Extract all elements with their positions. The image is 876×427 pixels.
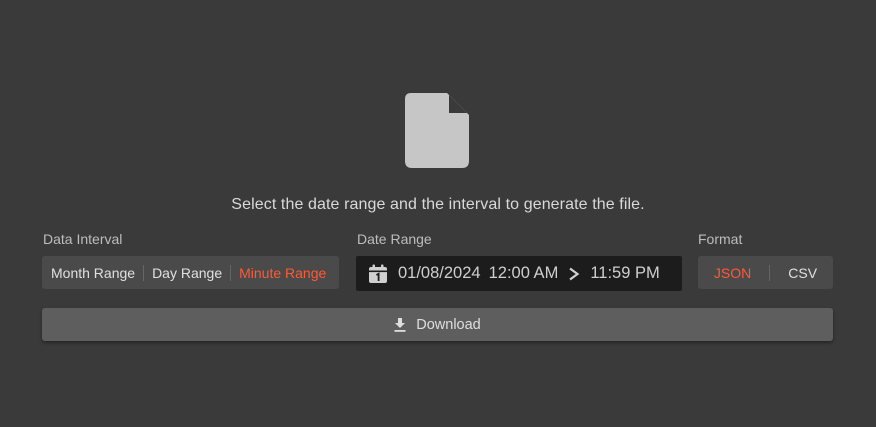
download-icon	[394, 317, 406, 332]
download-label: Download	[416, 316, 481, 333]
minute-range-button[interactable]: Minute Range	[239, 265, 326, 281]
date-range-label: Date Range	[357, 231, 432, 247]
divider	[769, 264, 771, 281]
divider	[143, 264, 145, 281]
data-interval-selector: Month Range Day Range Minute Range	[42, 256, 339, 289]
calendar-icon	[369, 264, 387, 283]
format-label: Format	[698, 231, 743, 247]
month-range-button[interactable]: Month Range	[51, 265, 135, 281]
csv-format-button[interactable]: CSV	[776, 265, 823, 281]
format-selector: JSON CSV	[698, 256, 833, 289]
day-range-button[interactable]: Day Range	[152, 265, 222, 281]
instruction-message: Select the date range and the interval t…	[231, 196, 645, 213]
json-format-button[interactable]: JSON	[708, 265, 763, 281]
chevron-right-icon	[569, 267, 580, 280]
date-value: 01/08/2024	[398, 264, 481, 282]
divider	[230, 264, 232, 281]
end-time-value: 11:59 PM	[590, 264, 660, 282]
file-icon	[405, 93, 469, 168]
download-button[interactable]: Download	[42, 308, 833, 341]
data-interval-label: Data Interval	[43, 231, 123, 247]
start-time-value: 12:00 AM	[488, 264, 559, 282]
date-range-picker[interactable]: 01/08/2024 12:00 AM 11:59 PM	[356, 256, 682, 291]
